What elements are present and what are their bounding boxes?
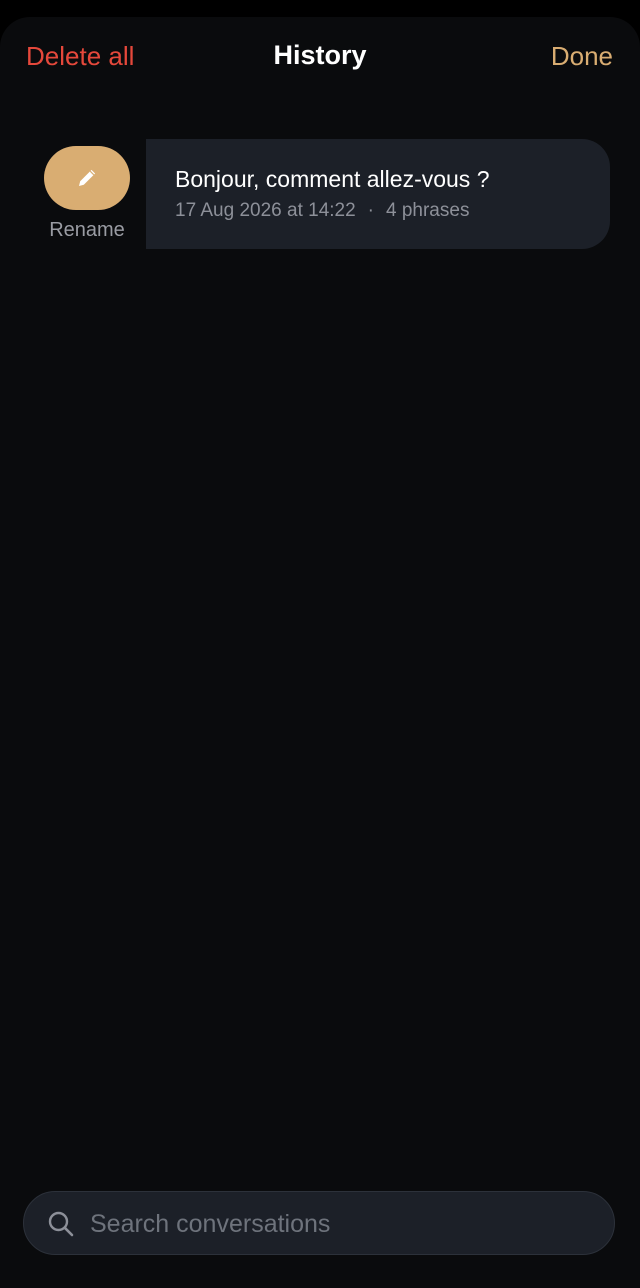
search-input[interactable] <box>88 1192 592 1256</box>
history-sheet: Delete all History Done Rename Bonjour, … <box>0 17 640 1288</box>
pencil-icon <box>75 166 99 190</box>
conversation-card[interactable]: Bonjour, comment allez-vous ? 17 Aug 202… <box>146 139 610 249</box>
conversation-meta: 17 Aug 2026 at 14:22 · 4 phrases <box>175 200 469 222</box>
meta-separator: · <box>367 200 374 221</box>
conversation-date: 17 Aug 2026 at 14:22 <box>175 200 356 221</box>
nav-bar: Delete all History Done <box>0 17 640 97</box>
search-icon <box>47 1210 75 1243</box>
list-item: Rename Bonjour, comment allez-vous ? 17 … <box>0 139 640 249</box>
rename-button[interactable]: Rename <box>34 139 140 249</box>
rename-label: Rename <box>49 219 125 241</box>
done-button[interactable]: Done <box>551 41 613 72</box>
conversation-phrase-count: 4 phrases <box>386 200 470 221</box>
conversation-title: Bonjour, comment allez-vous ? <box>175 166 490 192</box>
page-title: History <box>273 40 367 70</box>
rename-pill[interactable] <box>44 146 130 210</box>
search-bar[interactable] <box>23 1191 615 1256</box>
